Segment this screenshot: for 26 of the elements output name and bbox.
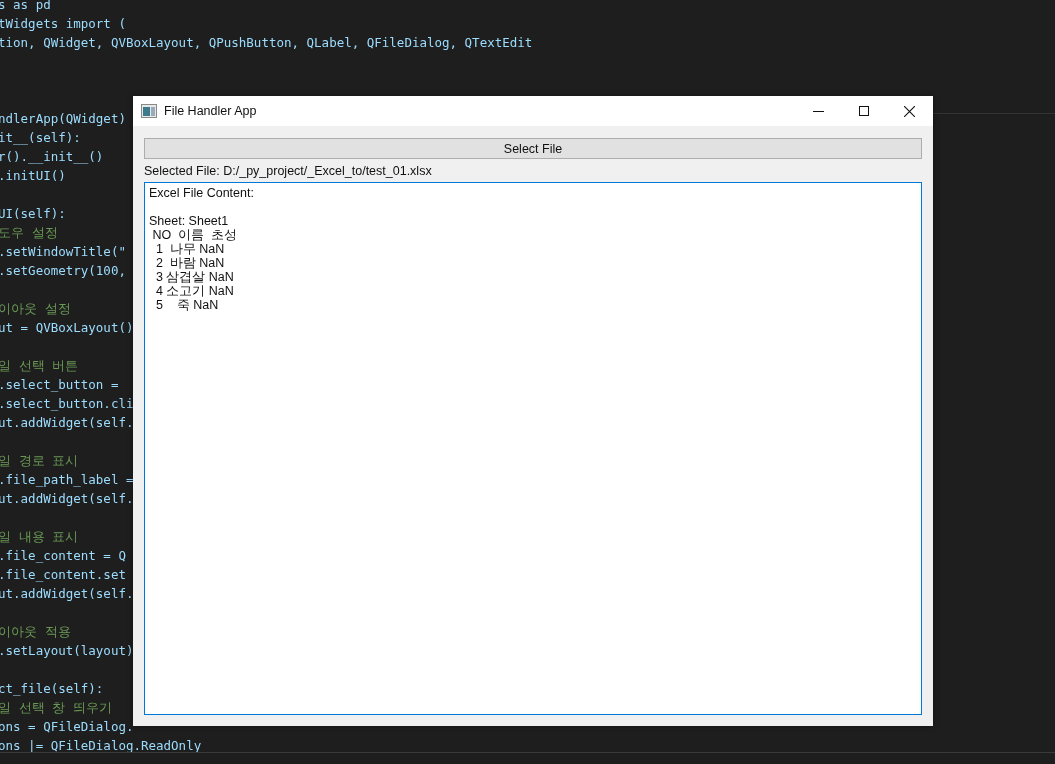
code-line: .file_content.set [0,566,126,584]
select-file-button[interactable]: Select File [144,138,922,159]
app-icon [141,104,157,118]
close-icon[interactable] [904,105,915,117]
code-line: s as pd [0,0,51,14]
code-comment: 이아웃 적용 [0,623,71,641]
code-line: ut = QVBoxLayout() [0,319,134,337]
code-comment: 이아웃 설정 [0,300,71,318]
code-line: .select_button.cli [0,395,134,413]
code-line: .select_button = [0,376,119,394]
code-line: ut.addWidget(self. [0,585,134,603]
file-path-label: Selected File: D:/_py_project/_Excel_to/test_01.xlsx [144,164,433,178]
code-line: .setGeometry(100, [0,262,126,280]
code-line: .file_path_label = [0,471,134,489]
window-title: File Handler App [164,104,257,118]
code-line: ndlerApp(QWidget) [0,110,126,128]
code-line: .file_content = Q [0,547,126,565]
code-line: .setLayout(layout) [0,642,134,660]
code-line: r().__init__() [0,148,104,166]
code-line: ct_file(self): [0,680,104,698]
code-line: .setWindowTitle(" [0,243,126,261]
file-content-field[interactable]: Excel File Content: Sheet: Sheet1 NO 이름 초성 1 나무 NaN 2 바람 NaN 3 삼겹살 NaN 4 소고기 NaN 5 죽 NaN [144,182,922,715]
code-line: .initUI() [0,167,66,185]
maximize-icon[interactable] [859,106,869,116]
code-line: ut.addWidget(self. [0,414,134,432]
code-line: ut.addWidget(self. [0,490,134,508]
